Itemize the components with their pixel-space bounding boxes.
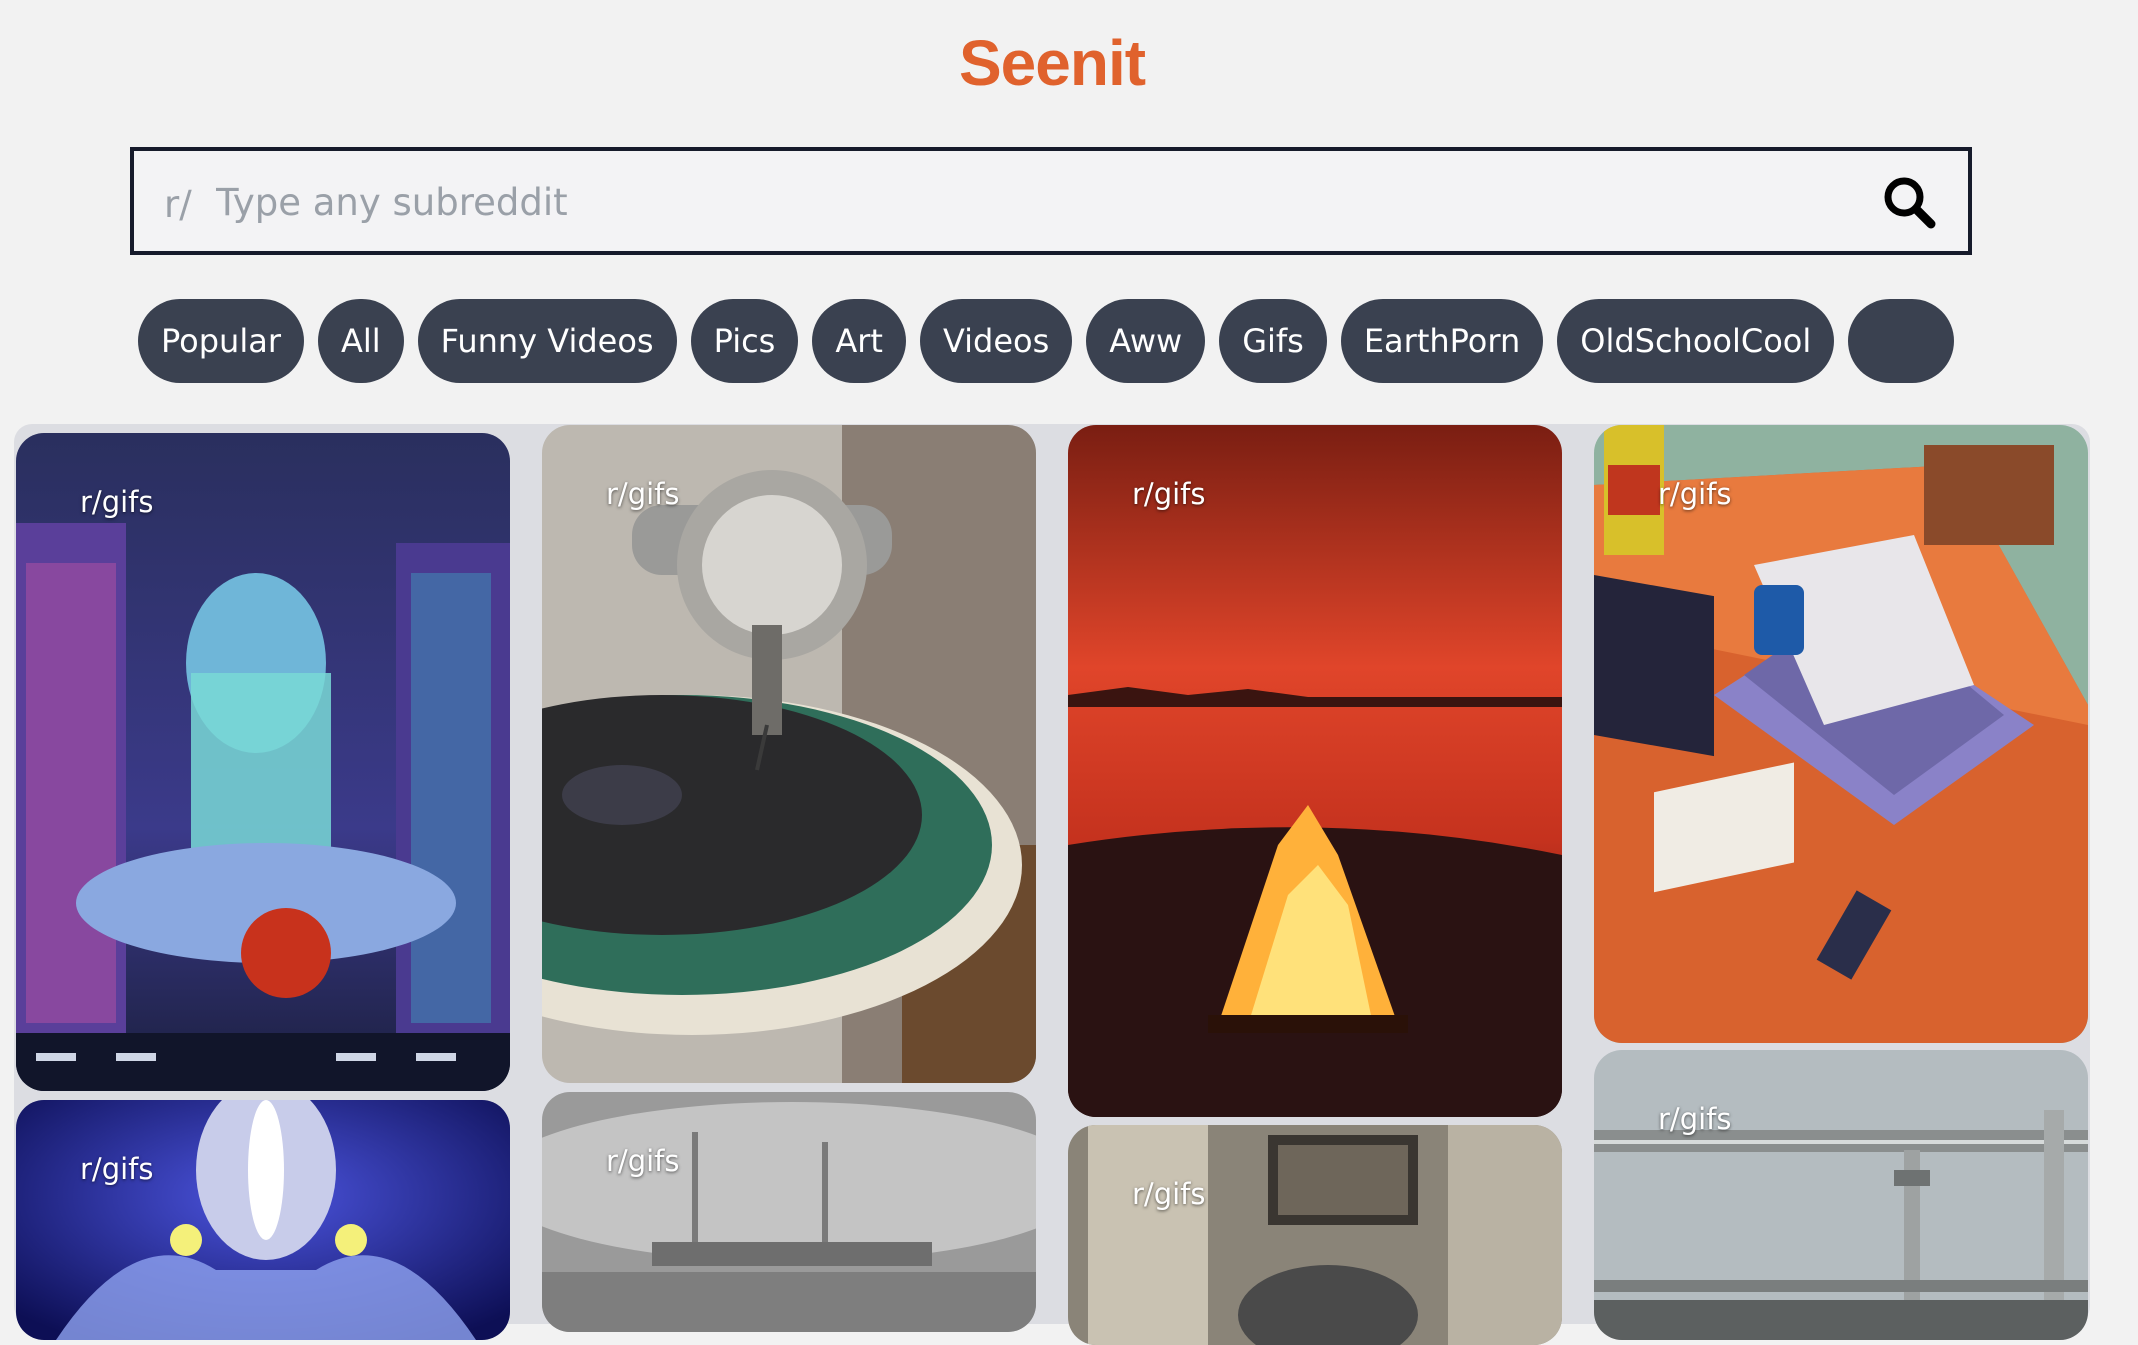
chip-pics[interactable]: Pics: [690, 299, 799, 383]
gallery-card[interactable]: r/gifs: [1594, 1050, 2088, 1340]
gallery-image: [1594, 1050, 2088, 1340]
chip-all[interactable]: All: [317, 299, 404, 383]
gallery-card[interactable]: r/gifs: [1068, 425, 1562, 1117]
subreddit-chip-bar: Popular All Funny Videos Pics Art Videos Aww Gi…: [138, 299, 1974, 385]
gallery-image: [1594, 425, 2088, 1043]
chip-art[interactable]: Art: [812, 299, 906, 383]
chip-videos[interactable]: Videos: [919, 299, 1073, 383]
card-subreddit-label[interactable]: r/gifs: [80, 1152, 153, 1186]
gallery-card[interactable]: r/gifs: [542, 425, 1036, 1083]
search-icon: [1884, 177, 1936, 229]
gallery-card[interactable]: r/gifs: [1594, 425, 2088, 1043]
card-subreddit-label[interactable]: r/gifs: [1658, 477, 1731, 511]
card-subreddit-label[interactable]: r/gifs: [606, 477, 679, 511]
card-subreddit-label[interactable]: r/gifs: [1132, 1177, 1205, 1211]
gallery-image: [1068, 1125, 1562, 1345]
gallery-image: [16, 1100, 510, 1340]
app-logo[interactable]: Seenit: [0, 26, 2104, 100]
card-subreddit-label[interactable]: r/gifs: [606, 1144, 679, 1178]
chip-gifs[interactable]: Gifs: [1219, 299, 1327, 383]
gallery-image: [1068, 425, 1562, 1117]
gallery-card[interactable]: r/gifs: [542, 1092, 1036, 1332]
chip-earthporn[interactable]: EarthPorn: [1340, 299, 1544, 383]
gallery-card[interactable]: r/gifs: [16, 433, 510, 1091]
gallery-card[interactable]: r/gifs: [1068, 1125, 1562, 1345]
subreddit-prefix: r/: [164, 183, 192, 226]
gallery-image: [542, 425, 1036, 1083]
chip-next[interactable]: [1848, 299, 1955, 383]
chip-oldschoolcool[interactable]: OldSchoolCool: [1557, 299, 1835, 383]
subreddit-search-input[interactable]: [214, 165, 1818, 239]
card-subreddit-label[interactable]: r/gifs: [1132, 477, 1205, 511]
search-bar: r/: [130, 147, 1972, 255]
chip-funny-videos[interactable]: Funny Videos: [417, 299, 677, 383]
chip-popular[interactable]: Popular: [138, 299, 304, 383]
gallery-image: [542, 1092, 1036, 1332]
chip-aww[interactable]: Aww: [1086, 299, 1206, 383]
gallery-card[interactable]: r/gifs: [16, 1100, 510, 1340]
card-subreddit-label[interactable]: r/gifs: [80, 485, 153, 519]
card-subreddit-label[interactable]: r/gifs: [1658, 1102, 1731, 1136]
search-button[interactable]: [1880, 173, 1940, 233]
gallery-image: [16, 433, 510, 1091]
